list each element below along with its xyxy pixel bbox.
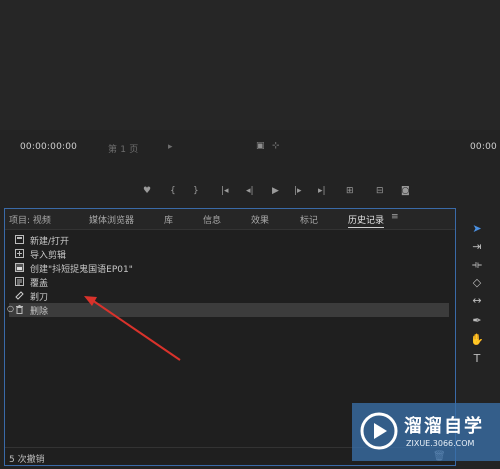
watermark-brand: 溜溜自学	[404, 416, 484, 437]
hand-tool-icon[interactable]: ✋	[466, 333, 488, 349]
watermark: 溜溜自学 ZIXUE.3066.COM	[352, 403, 500, 461]
ripple-edit-tool-icon[interactable]: ⟛	[466, 258, 488, 274]
pen-tool-icon[interactable]: ✒	[466, 314, 488, 330]
watermark-logo-icon	[360, 412, 398, 450]
slip-tool-icon[interactable]: ↔	[466, 294, 488, 310]
tools-panel: ➤ ⇥ ⟛ ◇ ↔ ✒ ✋ T	[466, 218, 490, 378]
track-select-tool-icon[interactable]: ⇥	[466, 240, 488, 256]
watermark-url: ZIXUE.3066.COM	[406, 439, 475, 448]
annotation-arrow	[84, 296, 181, 361]
type-tool-icon[interactable]: T	[466, 352, 488, 368]
selection-tool-icon[interactable]: ➤	[466, 222, 488, 238]
razor-tool-icon[interactable]: ◇	[466, 276, 488, 292]
